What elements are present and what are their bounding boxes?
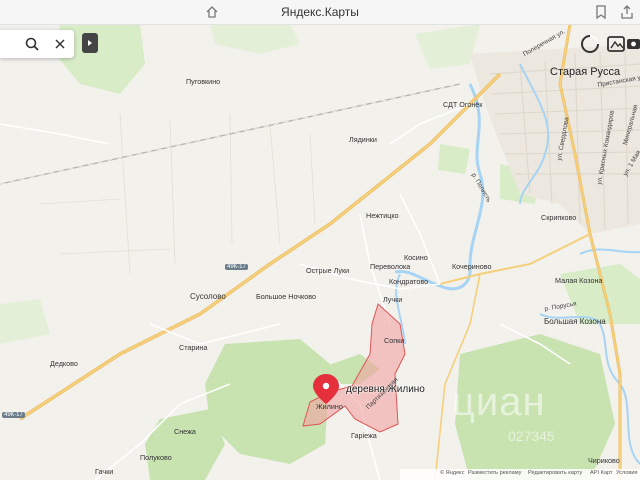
village-label: Нежтицко: [366, 211, 399, 220]
village-label: Полуково: [140, 453, 172, 462]
chevron-right-icon: [88, 40, 92, 46]
pin-label: деревня Жилино: [346, 384, 425, 395]
village-label: Кондратово: [389, 277, 429, 286]
village-label: Кочериново: [452, 262, 492, 271]
footer-link[interactable]: Условия: [616, 470, 638, 476]
village-label: Острые Луки: [306, 266, 350, 275]
window-title: Яндекс.Карты: [281, 5, 359, 19]
title-bar: Яндекс.Карты: [0, 0, 640, 25]
village-label: Сусолово: [190, 292, 226, 301]
village-label: Большое Ночково: [256, 292, 316, 301]
city-label: Старая Русса: [550, 66, 621, 78]
village-label: Снежа: [174, 427, 196, 436]
watermark-code: 027345: [508, 428, 555, 444]
village-label: СДТ Огонёк: [443, 100, 483, 109]
village-label: Пуговкино: [186, 77, 221, 86]
copyright-text: © Яндекс: [440, 470, 465, 476]
panel-toggle-button[interactable]: [82, 33, 98, 53]
village-label: Дедково: [50, 359, 78, 368]
village-label: Большая Козона: [544, 317, 606, 326]
map-canvas[interactable]: Старая Русса Пуговкино Лядинки СДТ Огонё…: [0, 24, 640, 480]
footer-link[interactable]: API Карт: [590, 470, 613, 476]
camera-icon: [627, 39, 640, 49]
village-label: Жилино: [316, 402, 343, 411]
search-icon[interactable]: [24, 36, 40, 52]
footer-link[interactable]: Редактировать карту: [528, 470, 582, 476]
village-label: Сопки: [384, 336, 405, 345]
watermark-brand: циан: [452, 380, 546, 424]
village-label: Косино: [404, 253, 428, 262]
search-input[interactable]: [4, 34, 26, 54]
road-shield: 49К-17: [225, 264, 248, 270]
road-shield: 49К-17: [2, 412, 25, 418]
village-label: Скрипково: [541, 213, 577, 222]
camera-button[interactable]: [626, 30, 640, 58]
village-label: Лядинки: [349, 135, 377, 144]
village-label: Лучки: [383, 295, 403, 304]
village-label: Гарiежа: [351, 431, 377, 440]
village-label: Чириково: [588, 456, 620, 465]
share-icon[interactable]: [619, 4, 635, 20]
village-label: Малая Козона: [555, 276, 603, 285]
footer-link[interactable]: Разместить рекламу: [468, 470, 521, 476]
village-label: Переволока: [370, 262, 411, 271]
search-box[interactable]: [0, 30, 74, 58]
map-footer: © Яндекс Разместить рекламу Редактироват…: [400, 469, 640, 480]
village-label: Гачки: [95, 467, 114, 476]
layers-button[interactable]: [576, 30, 604, 58]
village-label: Старина: [179, 343, 208, 352]
close-icon[interactable]: [52, 36, 68, 52]
bookmark-icon[interactable]: [593, 4, 609, 20]
layers-icon: [581, 34, 600, 53]
